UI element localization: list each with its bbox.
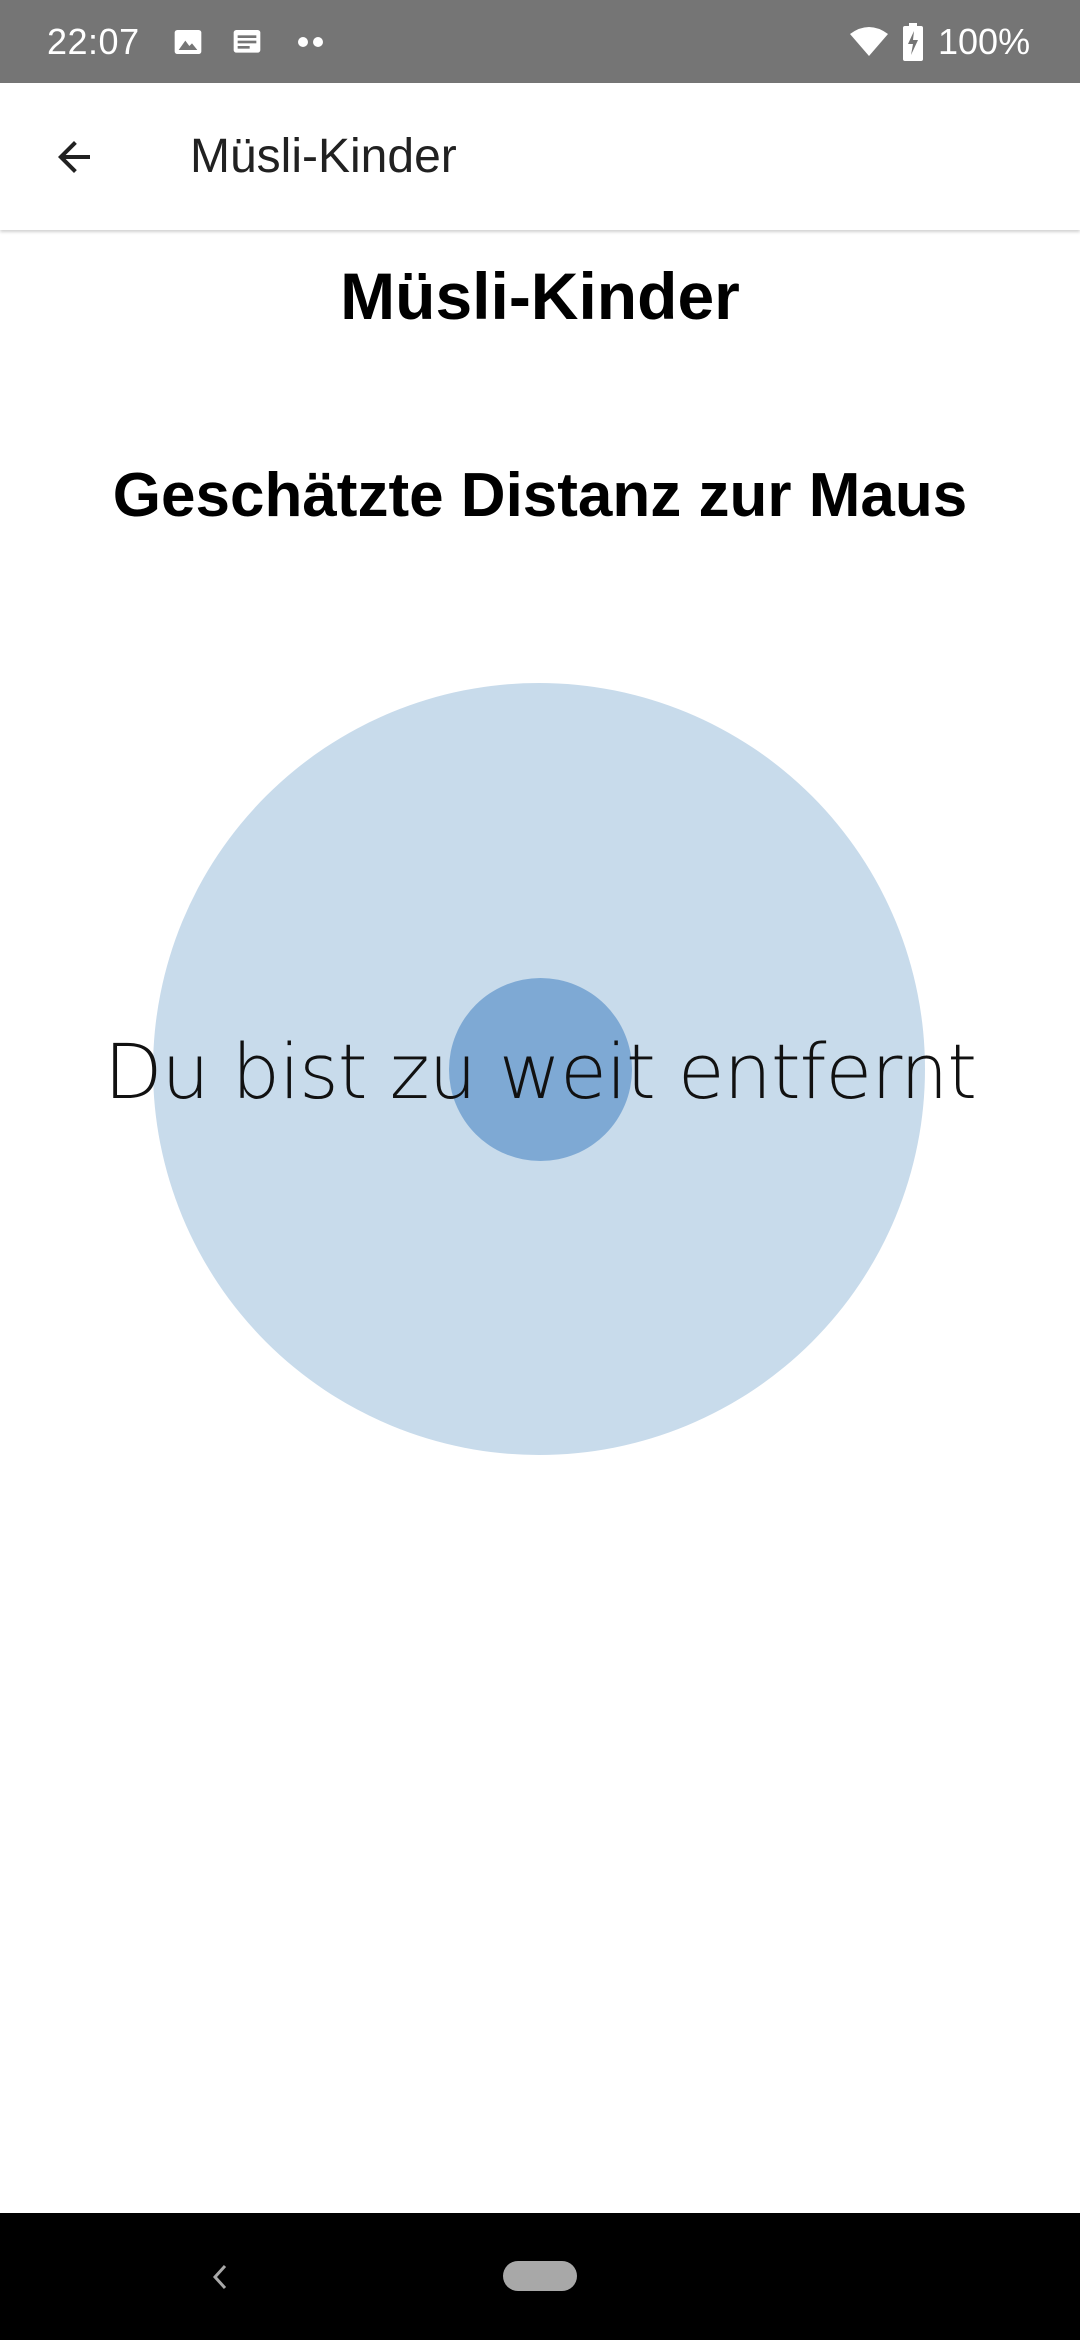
battery-percentage: 100%: [938, 21, 1031, 62]
status-bar: 22:07 100%: [0, 0, 1080, 83]
more-dots-icon: [296, 0, 326, 83]
nav-back-button[interactable]: [200, 2213, 240, 2340]
back-button[interactable]: [36, 119, 112, 195]
message-icon: [230, 0, 264, 83]
nav-home-button[interactable]: [503, 2261, 577, 2291]
app-bar: Müsli-Kinder: [0, 83, 1080, 230]
page-title: Müsli-Kinder: [340, 259, 740, 333]
nav-back-icon: [212, 2264, 227, 2289]
distance-message: Du bist zu weit entfernt: [103, 1027, 977, 1116]
distance-heading: Geschätzte Distanz zur Maus: [112, 461, 968, 530]
battery-charging-icon: [902, 0, 924, 83]
status-time: 22:07: [47, 21, 140, 62]
arrow-left-icon: [58, 141, 90, 173]
image-icon: [172, 0, 204, 83]
wifi-icon: [849, 0, 889, 83]
navigation-bar: [0, 2213, 1080, 2340]
app-bar-title: Müsli-Kinder: [190, 130, 457, 183]
